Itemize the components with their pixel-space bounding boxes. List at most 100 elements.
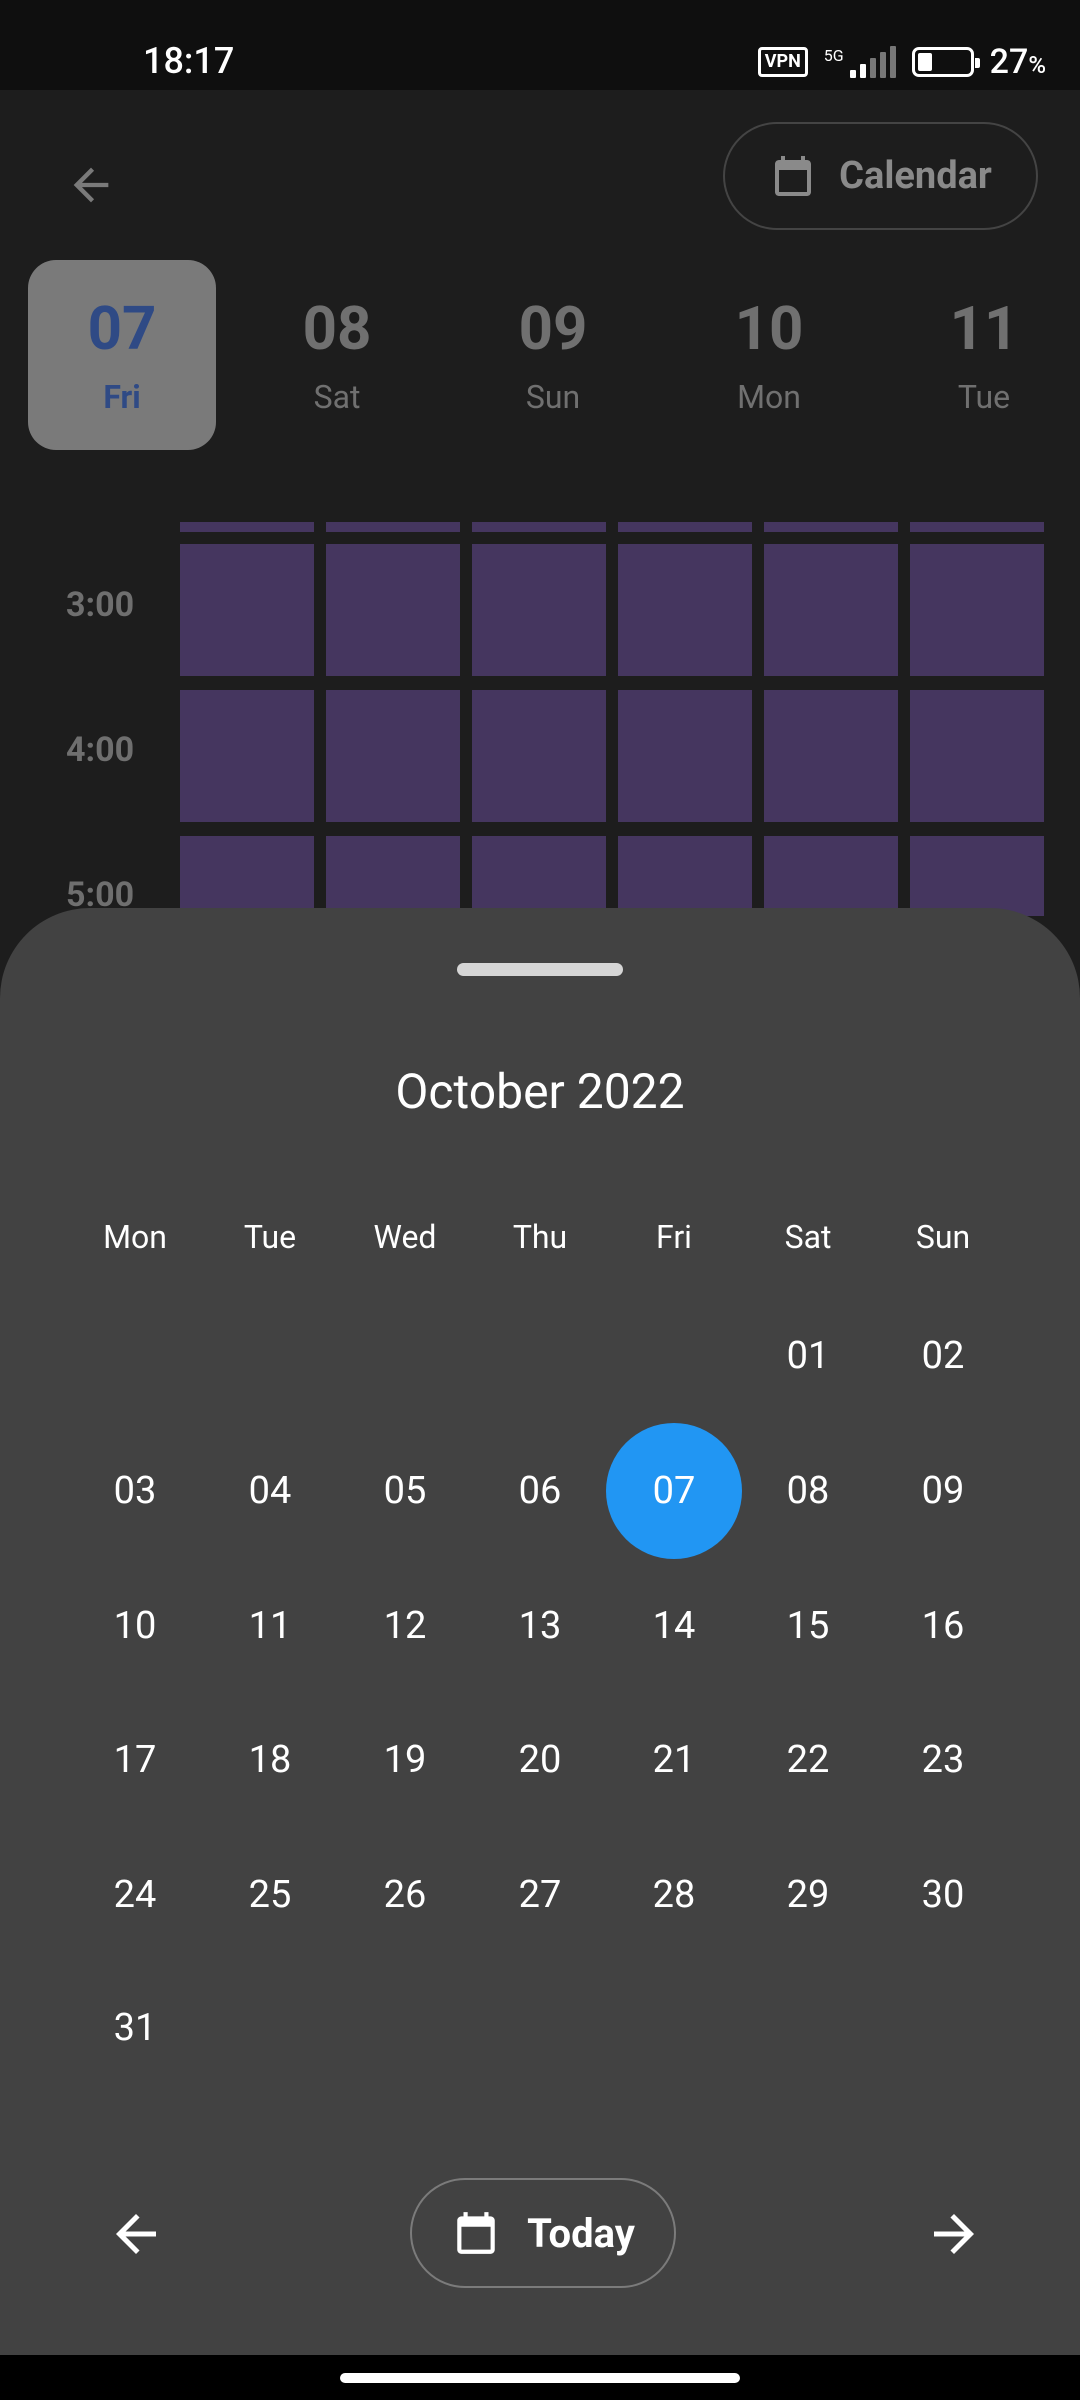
system-nav-bar — [0, 2355, 1080, 2400]
calendar-button-label: Calendar — [839, 154, 992, 198]
time-slot[interactable] — [910, 522, 1044, 532]
home-indicator[interactable] — [340, 2373, 740, 2383]
time-slot[interactable] — [764, 522, 898, 532]
date-cell[interactable]: 12 — [337, 1558, 473, 1694]
day-weekday: Sat — [313, 378, 361, 416]
date-cell[interactable]: 05 — [337, 1423, 473, 1559]
weekday-label: Wed — [373, 1218, 437, 1256]
today-button-label: Today — [527, 2209, 635, 2257]
date-cell[interactable]: 01 — [740, 1288, 876, 1424]
weekday-label: Sun — [915, 1218, 971, 1256]
next-month-button[interactable] — [918, 2198, 990, 2270]
weekday-label: Fri — [656, 1218, 692, 1256]
date-cell[interactable]: 27 — [472, 1827, 608, 1963]
time-slot[interactable] — [910, 690, 1044, 822]
time-slot[interactable] — [326, 522, 460, 532]
time-slot[interactable] — [618, 836, 752, 916]
battery-percent: 27% — [989, 42, 1046, 82]
date-cell[interactable]: 03 — [67, 1423, 203, 1559]
time-slot[interactable] — [326, 690, 460, 822]
day-number: 08 — [302, 293, 372, 364]
date-cell[interactable]: 20 — [472, 1692, 608, 1828]
calendar-button[interactable]: Calendar — [723, 122, 1038, 230]
date-cell[interactable]: 28 — [606, 1827, 742, 1963]
day-strip-item[interactable]: 07 Fri — [28, 260, 216, 450]
date-cell[interactable]: 15 — [740, 1558, 876, 1694]
date-cell[interactable]: 21 — [606, 1692, 742, 1828]
day-strip-item[interactable]: 09 Sun — [459, 260, 647, 450]
day-weekday: Mon — [737, 378, 801, 416]
day-strip-item[interactable]: 11 Tue — [890, 260, 1078, 450]
weekday-label: Thu — [512, 1218, 568, 1256]
date-cell[interactable]: 24 — [67, 1827, 203, 1963]
today-button[interactable]: Today — [410, 2178, 676, 2288]
date-cell[interactable]: 10 — [67, 1558, 203, 1694]
time-slot[interactable] — [472, 522, 606, 532]
date-cell[interactable]: 30 — [875, 1827, 1011, 1963]
time-slot[interactable] — [910, 836, 1044, 916]
time-slot[interactable] — [472, 690, 606, 822]
date-cell[interactable]: 09 — [875, 1423, 1011, 1559]
date-cell[interactable]: 17 — [67, 1692, 203, 1828]
day-number: 07 — [87, 293, 157, 364]
time-slot[interactable] — [764, 836, 898, 916]
drag-handle[interactable] — [457, 963, 623, 976]
day-strip-item[interactable]: 10 Mon — [675, 260, 863, 450]
back-button[interactable] — [56, 150, 126, 220]
date-cell[interactable]: 02 — [875, 1288, 1011, 1424]
arrow-left-icon — [116, 2214, 156, 2254]
day-strip-item[interactable]: 08 Sat — [243, 260, 431, 450]
time-slot[interactable] — [764, 690, 898, 822]
time-slot[interactable] — [180, 522, 314, 532]
time-slot[interactable] — [326, 836, 460, 916]
day-weekday: Fri — [103, 378, 141, 416]
status-time: 18:17 — [143, 40, 235, 82]
calendar-icon — [775, 156, 812, 196]
status-icons: VPN 5G 27% — [757, 42, 1046, 82]
selected-date[interactable]: 07 — [606, 1423, 742, 1559]
time-slot[interactable] — [764, 544, 898, 676]
date-cell[interactable]: 06 — [472, 1423, 608, 1559]
time-slot[interactable] — [472, 544, 606, 676]
date-cell[interactable]: 25 — [202, 1827, 338, 1963]
date-cell[interactable]: 16 — [875, 1558, 1011, 1694]
date-cell[interactable]: 11 — [202, 1558, 338, 1694]
time-slot[interactable] — [180, 690, 314, 822]
time-slot[interactable] — [618, 544, 752, 676]
date-cell[interactable]: 23 — [875, 1692, 1011, 1828]
date-cell[interactable]: 18 — [202, 1692, 338, 1828]
date-cell[interactable]: 26 — [337, 1827, 473, 1963]
date-cell[interactable]: 14 — [606, 1558, 742, 1694]
network-type: 5G — [823, 46, 844, 65]
time-slot[interactable] — [180, 836, 314, 916]
time-slot[interactable] — [472, 836, 606, 916]
battery-icon — [911, 47, 980, 77]
date-picker-sheet: October 2022 Mon Tue Wed Thu Fri Sat Sun 01 02 0… — [0, 908, 1080, 2355]
time-slot[interactable] — [618, 690, 752, 822]
date-cell[interactable]: 13 — [472, 1558, 608, 1694]
time-slot[interactable] — [180, 544, 314, 676]
arrow-right-icon — [934, 2214, 974, 2254]
date-cell[interactable]: 29 — [740, 1827, 876, 1963]
previous-month-button[interactable] — [100, 2198, 172, 2270]
arrow-left-icon — [73, 167, 109, 203]
month-title: October 2022 — [395, 1063, 685, 1120]
day-number: 11 — [949, 293, 1019, 364]
time-slot[interactable] — [910, 544, 1044, 676]
date-cell[interactable]: 31 — [67, 1960, 203, 2096]
date-cell[interactable]: 04 — [202, 1423, 338, 1559]
time-slot[interactable] — [618, 522, 752, 532]
weekday-label: Mon — [103, 1218, 167, 1256]
time-slot[interactable] — [326, 544, 460, 676]
vpn-icon: VPN — [757, 47, 808, 77]
date-cell[interactable]: 19 — [337, 1692, 473, 1828]
calendar-icon — [457, 2212, 495, 2254]
status-bar: 18:17 VPN 5G 27% — [0, 0, 1080, 90]
day-weekday: Sun — [525, 378, 581, 416]
date-cell[interactable]: 08 — [740, 1423, 876, 1559]
hour-label: 4:00 — [66, 730, 135, 770]
date-cell[interactable]: 22 — [740, 1692, 876, 1828]
day-strip: 07 Fri 08 Sat 09 Sun 10 Mon 11 Tue — [0, 260, 1080, 450]
signal-icon: 5G — [824, 46, 896, 78]
hour-label: 3:00 — [66, 585, 135, 625]
